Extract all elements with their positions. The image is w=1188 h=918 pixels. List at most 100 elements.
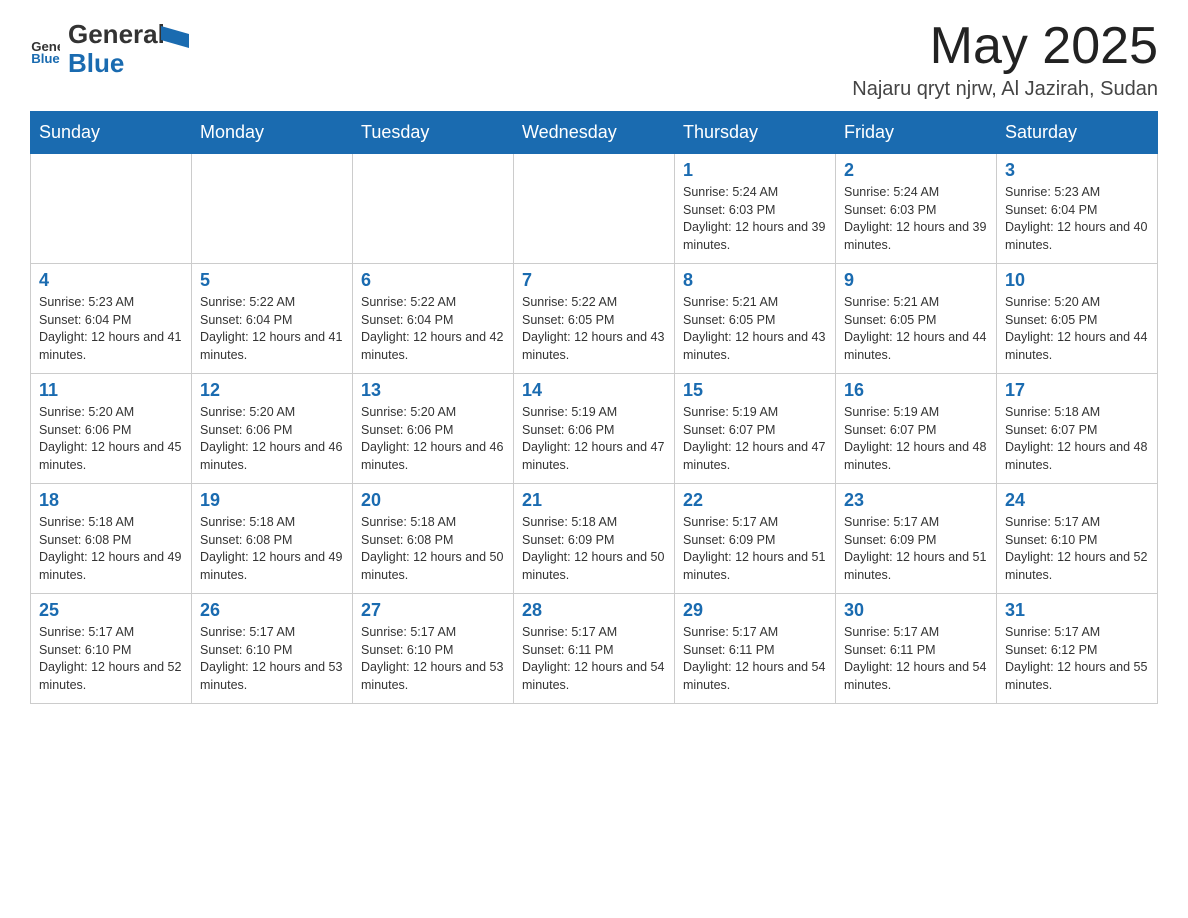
day-info: Sunrise: 5:18 AM Sunset: 6:08 PM Dayligh…: [361, 515, 503, 582]
logo-flag-icon: [161, 26, 189, 61]
logo-general-text: General: [68, 20, 165, 49]
day-cell-30: 30 Sunrise: 5:17 AM Sunset: 6:11 PM Dayli…: [836, 594, 997, 704]
empty-cell: [514, 154, 675, 264]
day-info: Sunrise: 5:17 AM Sunset: 6:11 PM Dayligh…: [683, 625, 825, 692]
weekday-header-row: SundayMondayTuesdayWednesdayThursdayFrid…: [31, 112, 1158, 154]
day-cell-4: 4 Sunrise: 5:23 AM Sunset: 6:04 PM Daylig…: [31, 264, 192, 374]
day-number: 3: [1005, 160, 1149, 181]
page-header: General Blue General Blue May 2025 Najar…: [30, 20, 1158, 101]
day-info: Sunrise: 5:17 AM Sunset: 6:10 PM Dayligh…: [361, 625, 503, 692]
day-number: 6: [361, 270, 505, 291]
day-cell-27: 27Sunrise: 5:17 AM Sunset: 6:10 PM Dayli…: [353, 594, 514, 704]
day-number: 23: [844, 490, 988, 511]
day-info: Sunrise: 5:24 AM Sunset: 6:03 PM Dayligh…: [683, 185, 825, 252]
day-info: Sunrise: 5:20 AM Sunset: 6:06 PM Dayligh…: [200, 405, 342, 472]
day-info: Sunrise: 5:18 AM Sunset: 6:07 PM Dayligh…: [1005, 405, 1147, 472]
day-cell-6: 6 Sunrise: 5:22 AM Sunset: 6:04 PM Daylig…: [353, 264, 514, 374]
day-info: Sunrise: 5:21 AM Sunset: 6:05 PM Dayligh…: [683, 295, 825, 362]
day-number: 12: [200, 380, 344, 401]
week-row-4: 18 Sunrise: 5:18 AM Sunset: 6:08 PM Dayli…: [31, 484, 1158, 594]
day-info: Sunrise: 5:17 AM Sunset: 6:10 PM Dayligh…: [1005, 515, 1147, 582]
day-number: 18: [39, 490, 183, 511]
week-row-5: 25 Sunrise: 5:17 AM Sunset: 6:10 PM Dayli…: [31, 594, 1158, 704]
day-info: Sunrise: 5:24 AM Sunset: 6:03 PM Dayligh…: [844, 185, 986, 252]
day-number: 5: [200, 270, 344, 291]
location-subtitle: Najaru qryt njrw, Al Jazirah, Sudan: [852, 78, 1158, 101]
day-number: 24: [1005, 490, 1149, 511]
day-number: 16: [844, 380, 988, 401]
title-block: May 2025 Najaru qryt njrw, Al Jazirah, S…: [852, 20, 1158, 101]
day-cell-9: 9 Sunrise: 5:21 AM Sunset: 6:05 PM Daylig…: [836, 264, 997, 374]
weekday-header-friday: Friday: [836, 112, 997, 154]
weekday-header-thursday: Thursday: [675, 112, 836, 154]
weekday-header-saturday: Saturday: [997, 112, 1158, 154]
calendar-table: SundayMondayTuesdayWednesdayThursdayFrid…: [30, 111, 1158, 704]
day-info: Sunrise: 5:17 AM Sunset: 6:09 PM Dayligh…: [844, 515, 986, 582]
svg-text:Blue: Blue: [31, 50, 60, 63]
day-info: Sunrise: 5:19 AM Sunset: 6:07 PM Dayligh…: [683, 405, 825, 472]
day-info: Sunrise: 5:22 AM Sunset: 6:04 PM Dayligh…: [200, 295, 342, 362]
day-number: 31: [1005, 600, 1149, 621]
week-row-2: 4 Sunrise: 5:23 AM Sunset: 6:04 PM Daylig…: [31, 264, 1158, 374]
day-cell-14: 14 Sunrise: 5:19 AM Sunset: 6:06 PM Dayli…: [514, 374, 675, 484]
day-number: 15: [683, 380, 827, 401]
day-cell-15: 15 Sunrise: 5:19 AM Sunset: 6:07 PM Dayli…: [675, 374, 836, 484]
day-info: Sunrise: 5:23 AM Sunset: 6:04 PM Dayligh…: [1005, 185, 1147, 252]
day-cell-19: 19 Sunrise: 5:18 AM Sunset: 6:08 PM Dayli…: [192, 484, 353, 594]
empty-cell: [31, 154, 192, 264]
weekday-header-tuesday: Tuesday: [353, 112, 514, 154]
day-cell-13: 13Sunrise: 5:20 AM Sunset: 6:06 PM Dayli…: [353, 374, 514, 484]
day-cell-16: 16 Sunrise: 5:19 AM Sunset: 6:07 PM Dayli…: [836, 374, 997, 484]
day-number: 9: [844, 270, 988, 291]
day-info: Sunrise: 5:17 AM Sunset: 6:11 PM Dayligh…: [522, 625, 664, 692]
day-info: Sunrise: 5:21 AM Sunset: 6:05 PM Dayligh…: [844, 295, 986, 362]
day-cell-25: 25Sunrise: 5:17 AM Sunset: 6:10 PM Dayli…: [31, 594, 192, 704]
day-number: 22: [683, 490, 827, 511]
day-number: 20: [361, 490, 505, 511]
day-cell-26: 26Sunrise: 5:17 AM Sunset: 6:10 PM Dayli…: [192, 594, 353, 704]
day-number: 19: [200, 490, 344, 511]
day-info: Sunrise: 5:18 AM Sunset: 6:08 PM Dayligh…: [200, 515, 342, 582]
week-row-1: 1Sunrise: 5:24 AM Sunset: 6:03 PM Daylig…: [31, 154, 1158, 264]
day-cell-28: 28 Sunrise: 5:17 AM Sunset: 6:11 PM Dayli…: [514, 594, 675, 704]
day-info: Sunrise: 5:20 AM Sunset: 6:06 PM Dayligh…: [39, 405, 181, 472]
day-number: 7: [522, 270, 666, 291]
weekday-header-monday: Monday: [192, 112, 353, 154]
day-number: 11: [39, 380, 183, 401]
day-cell-31: 31Sunrise: 5:17 AM Sunset: 6:12 PM Dayli…: [997, 594, 1158, 704]
day-info: Sunrise: 5:17 AM Sunset: 6:10 PM Dayligh…: [200, 625, 342, 692]
day-cell-18: 18 Sunrise: 5:18 AM Sunset: 6:08 PM Dayli…: [31, 484, 192, 594]
day-number: 10: [1005, 270, 1149, 291]
day-number: 4: [39, 270, 183, 291]
day-cell-21: 21Sunrise: 5:18 AM Sunset: 6:09 PM Dayli…: [514, 484, 675, 594]
day-number: 8: [683, 270, 827, 291]
day-cell-29: 29Sunrise: 5:17 AM Sunset: 6:11 PM Dayli…: [675, 594, 836, 704]
day-number: 25: [39, 600, 183, 621]
day-info: Sunrise: 5:18 AM Sunset: 6:08 PM Dayligh…: [39, 515, 181, 582]
day-info: Sunrise: 5:23 AM Sunset: 6:04 PM Dayligh…: [39, 295, 181, 362]
empty-cell: [192, 154, 353, 264]
day-info: Sunrise: 5:22 AM Sunset: 6:05 PM Dayligh…: [522, 295, 664, 362]
day-cell-10: 10Sunrise: 5:20 AM Sunset: 6:05 PM Dayli…: [997, 264, 1158, 374]
month-year-title: May 2025: [852, 20, 1158, 72]
day-number: 28: [522, 600, 666, 621]
day-cell-2: 2 Sunrise: 5:24 AM Sunset: 6:03 PM Daylig…: [836, 154, 997, 264]
day-cell-17: 17 Sunrise: 5:18 AM Sunset: 6:07 PM Dayli…: [997, 374, 1158, 484]
day-number: 14: [522, 380, 666, 401]
day-number: 2: [844, 160, 988, 181]
day-info: Sunrise: 5:22 AM Sunset: 6:04 PM Dayligh…: [361, 295, 503, 362]
day-cell-12: 12 Sunrise: 5:20 AM Sunset: 6:06 PM Dayli…: [192, 374, 353, 484]
day-cell-1: 1Sunrise: 5:24 AM Sunset: 6:03 PM Daylig…: [675, 154, 836, 264]
day-info: Sunrise: 5:17 AM Sunset: 6:09 PM Dayligh…: [683, 515, 825, 582]
day-cell-11: 11 Sunrise: 5:20 AM Sunset: 6:06 PM Dayli…: [31, 374, 192, 484]
day-number: 30: [844, 600, 988, 621]
day-info: Sunrise: 5:19 AM Sunset: 6:06 PM Dayligh…: [522, 405, 664, 472]
day-number: 17: [1005, 380, 1149, 401]
day-cell-3: 3 Sunrise: 5:23 AM Sunset: 6:04 PM Daylig…: [997, 154, 1158, 264]
day-cell-5: 5 Sunrise: 5:22 AM Sunset: 6:04 PM Daylig…: [192, 264, 353, 374]
day-cell-24: 24 Sunrise: 5:17 AM Sunset: 6:10 PM Dayli…: [997, 484, 1158, 594]
day-info: Sunrise: 5:19 AM Sunset: 6:07 PM Dayligh…: [844, 405, 986, 472]
day-cell-7: 7 Sunrise: 5:22 AM Sunset: 6:05 PM Daylig…: [514, 264, 675, 374]
day-info: Sunrise: 5:17 AM Sunset: 6:11 PM Dayligh…: [844, 625, 986, 692]
logo-icon: General Blue: [30, 34, 60, 64]
